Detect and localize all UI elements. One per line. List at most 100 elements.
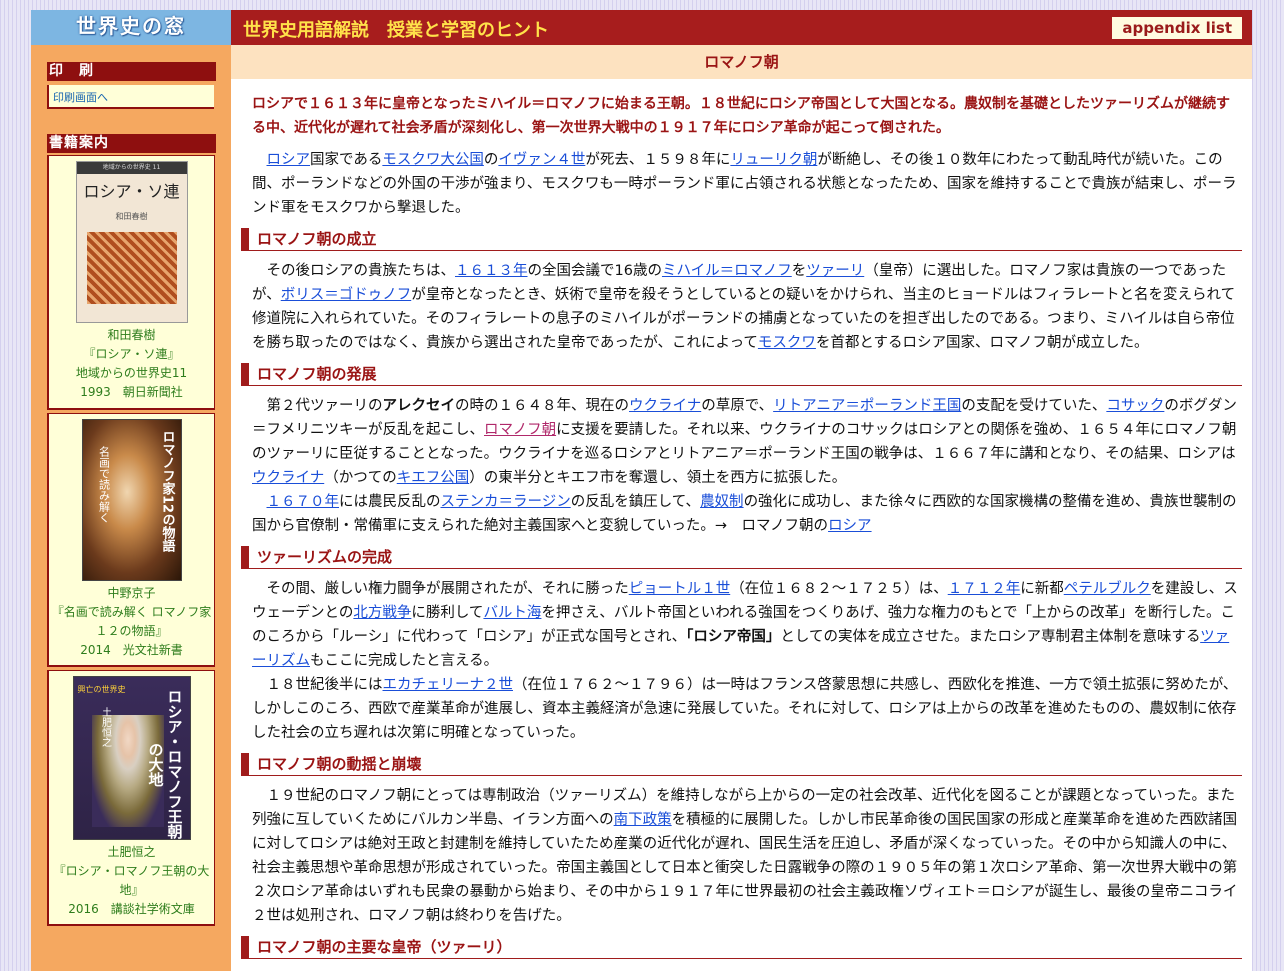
text: を首都とするロシア国家、ロマノフ朝が成立した。 (815, 335, 1149, 351)
site-logo[interactable]: 世界史の窓 (31, 10, 231, 45)
book-publisher: 2016 講談社学術文庫 (68, 902, 195, 916)
text: に勝利して (411, 605, 484, 621)
paragraph: ロシア国家であるモスクワ大公国のイヴァン４世が死去、１５９８年にリューリク朝が断… (252, 148, 1242, 220)
paragraph: 第２代ツァーリのアレクセイの時の１６４８年、現在のウクライナの草原で、リトアニア… (252, 394, 1242, 490)
cover-author: 土肥恒之 (99, 707, 111, 747)
text: 国家である (310, 152, 383, 168)
text: １８世紀後半には (266, 677, 383, 693)
page-wrapper: 世界史の窓 印 刷 印刷画面へ 書籍案内 地域からの世界史 11 ロシア・ソ連 … (31, 10, 1252, 971)
text: としての実体を成立させた。またロシア専制君主体制を意味する (780, 629, 1201, 645)
cover-band: 名画で読み解く (97, 446, 111, 523)
bold-term-russian-empire: 「ロシア帝国」 (686, 629, 781, 645)
text: の草原で、 (701, 398, 774, 414)
book-cover-image[interactable]: 名画で読み解く ロマノフ家12の物語 (81, 419, 182, 581)
cover-title: ロシア・ロマノフ王朝の大地 (146, 689, 184, 839)
text: を積極的に展開した。しかし市民革命後の国民国家の形成と産業革命を進めた西欧諸国に… (252, 812, 1238, 924)
cover-title: ロシア・ソ連 (83, 182, 180, 201)
paragraph: その後ロシアの貴族たちは、１６１３年の全国会議で16歳のミハイル＝ロマノフをツァ… (252, 259, 1242, 355)
site-header: 世界史用語解説 授業と学習のヒント appendix list (231, 10, 1252, 45)
book-card[interactable]: 地域からの世界史 11 ロシア・ソ連 和田春樹 和田春樹 『ロシア・ソ連』 地域… (47, 155, 215, 410)
link-kiev-principality[interactable]: キエフ公国 (397, 470, 470, 486)
book-title: 『ロシア・ソ連』 (83, 347, 180, 361)
link-ivan-iv[interactable]: イヴァン４世 (498, 152, 585, 168)
book-title: 『名画で読み解く ロマノフ家１２の物語』 (51, 605, 212, 638)
link-rurik-dynasty[interactable]: リューリク朝 (730, 152, 817, 168)
book-cover-image[interactable]: 興亡の世界史 土肥恒之 ロシア・ロマノフ王朝の大地 (72, 676, 191, 840)
text: 第２代ツァーリの (266, 398, 383, 414)
cover-band: 興亡の世界史 (77, 685, 126, 694)
print-link[interactable]: 印刷画面へ (53, 91, 108, 104)
link-catherine-ii[interactable]: エカチェリーナ２世 (383, 677, 514, 693)
section-heading-collapse: ロマノフ朝の動揺と崩壊 (241, 753, 1242, 776)
page-title: ロマノフ朝 (231, 45, 1252, 79)
link-mikhail-romanov[interactable]: ミハイル＝ロマノフ (662, 263, 792, 279)
link-boris-godunov[interactable]: ボリス＝ゴドゥノフ (281, 287, 412, 303)
link-1712[interactable]: １７１２年 (948, 581, 1021, 597)
print-box-title: 印 刷 (47, 62, 216, 81)
link-lithuania-poland[interactable]: リトアニア＝ポーランド王国 (773, 398, 961, 414)
paragraph: １９世紀のロマノフ朝にとっては専制政治（ツァーリズム）を維持しながら上からの一定… (252, 784, 1242, 928)
text: ）の東半分とキエフ市を奪還し、領土を西方に拡張した。 (469, 470, 847, 486)
books-box-title: 書籍案内 (47, 134, 216, 153)
appendix-list-button[interactable]: appendix list (1112, 17, 1242, 39)
book-title: 『ロシア・ロマノフ王朝の大地』 (53, 864, 210, 897)
link-cossack[interactable]: コサック (1106, 398, 1164, 414)
book-author: 土肥恒之 (107, 845, 156, 859)
text: の反乱を鎮圧して、 (570, 494, 701, 510)
link-peter-i[interactable]: ピョートル１世 (629, 581, 731, 597)
link-1670[interactable]: １６７０年 (267, 494, 340, 510)
cover-band: 地域からの世界史 11 (76, 162, 187, 174)
link-stenka-razin[interactable]: ステンカ＝ラージン (441, 494, 571, 510)
article: ロマノフ朝 ロシアで１６１３年に皇帝となったミハイル＝ロマノフに始まる王朝。１８… (231, 45, 1252, 971)
print-box: 印刷画面へ (47, 85, 214, 109)
link-tsar[interactable]: ツァーリ (806, 263, 864, 279)
text: の全国会議で16歳の (527, 263, 662, 279)
link-baltic-sea[interactable]: バルト海 (483, 605, 541, 621)
book-publisher: 2014 光文社新書 (80, 643, 183, 657)
text: の支配を受けていた、 (961, 398, 1107, 414)
text: には農民反乱の (339, 494, 441, 510)
book-card[interactable]: 名画で読み解く ロマノフ家12の物語 中野京子 『名画で読み解く ロマノフ家１２… (47, 413, 215, 667)
text: もここに完成したと言える。 (310, 653, 499, 669)
link-russia[interactable]: ロシア (828, 518, 872, 534)
cover-pattern (86, 232, 177, 304)
link-southward-policy[interactable]: 南下政策 (614, 812, 672, 828)
text: その後ロシアの貴族たちは、 (266, 263, 456, 279)
book-publisher: 1993 朝日新聞社 (80, 385, 183, 399)
book-card[interactable]: 興亡の世界史 土肥恒之 ロシア・ロマノフ王朝の大地 土肥恒之 『ロシア・ロマノフ… (47, 670, 215, 926)
text: に新都 (1020, 581, 1064, 597)
bold-term-alexei: アレクセイ (382, 398, 456, 414)
cover-author: 和田春樹 (115, 212, 148, 221)
section-heading-tsarism: ツァーリズムの完成 (241, 546, 1242, 569)
section-heading-development: ロマノフ朝の発展 (241, 363, 1242, 386)
header-title[interactable]: 世界史用語解説 授業と学習のヒント (243, 16, 549, 42)
link-romanov-dynasty[interactable]: ロマノフ朝 (484, 422, 556, 438)
cover-title: ロマノフ家12の物語 (159, 430, 175, 553)
text: （かつての (324, 470, 397, 486)
link-moscow-principality[interactable]: モスクワ大公国 (382, 152, 484, 168)
paragraph: １８世紀後半にはエカチェリーナ２世（在位１７６２～１７９６）は一時はフランス啓蒙… (252, 673, 1242, 745)
link-russia[interactable]: ロシア (267, 152, 311, 168)
sidebar: 世界史の窓 印 刷 印刷画面へ 書籍案内 地域からの世界史 11 ロシア・ソ連 … (31, 10, 231, 971)
text: その間、厳しい権力闘争が展開されたが、それに勝った (266, 581, 629, 597)
link-serfdom[interactable]: 農奴制 (700, 494, 744, 510)
book-author: 中野京子 (107, 586, 156, 600)
text: が死去、１５９８年に (585, 152, 731, 168)
text: （在位１６８２～１７２５）は、 (730, 581, 948, 597)
link-petersburg[interactable]: ペテルブルク (1064, 581, 1151, 597)
link-moscow[interactable]: モスクワ (758, 335, 816, 351)
paragraph: その間、厳しい権力闘争が展開されたが、それに勝ったピョートル１世（在位１６８２～… (252, 577, 1242, 673)
book-author: 和田春樹 (107, 328, 156, 342)
link-1613[interactable]: １６１３年 (455, 263, 528, 279)
text: の (483, 152, 499, 168)
paragraph: １６７０年には農民反乱のステンカ＝ラージンの反乱を鎮圧して、農奴制の強化に成功し… (252, 490, 1242, 538)
section-heading-establishment: ロマノフ朝の成立 (241, 228, 1242, 251)
lead-summary: ロシアで１６１３年に皇帝となったミハイル＝ロマノフに始まる王朝。１８世紀にロシア… (252, 96, 1231, 136)
link-ukraine[interactable]: ウクライナ (252, 470, 324, 486)
link-ukraine[interactable]: ウクライナ (629, 398, 701, 414)
link-great-northern-war[interactable]: 北方戦争 (353, 605, 411, 621)
section-heading-emperors: ロマノフ朝の主要な皇帝（ツァーリ） (241, 936, 1242, 959)
text: を (791, 263, 807, 279)
book-cover-image[interactable]: 地域からの世界史 11 ロシア・ソ連 和田春樹 (75, 161, 188, 323)
book-series: 地域からの世界史11 (75, 366, 188, 380)
